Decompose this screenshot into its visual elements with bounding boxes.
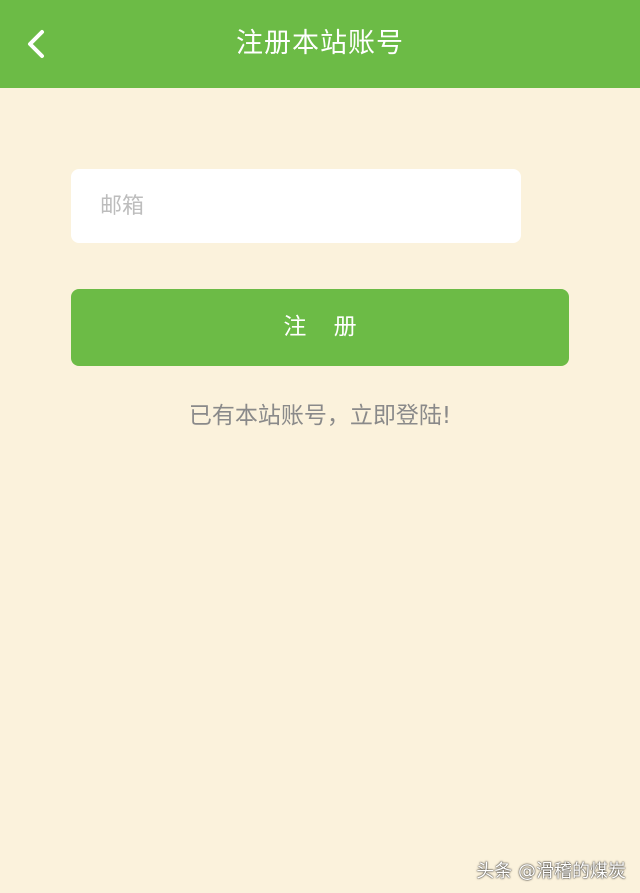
email-input[interactable] — [71, 169, 521, 243]
email-field[interactable] — [71, 169, 521, 243]
page-title: 注册本站账号 — [236, 28, 404, 59]
back-button[interactable] — [14, 22, 58, 66]
watermark: 头条 @滑稽的煤炭 — [476, 861, 626, 882]
chevron-left-icon — [28, 30, 44, 58]
register-button[interactable]: 注 册 — [71, 289, 569, 366]
app-header: 注册本站账号 — [0, 0, 640, 88]
login-link[interactable]: 已有本站账号，立即登陆! — [0, 398, 640, 434]
register-form: 注 册 已有本站账号，立即登陆! — [0, 88, 640, 893]
